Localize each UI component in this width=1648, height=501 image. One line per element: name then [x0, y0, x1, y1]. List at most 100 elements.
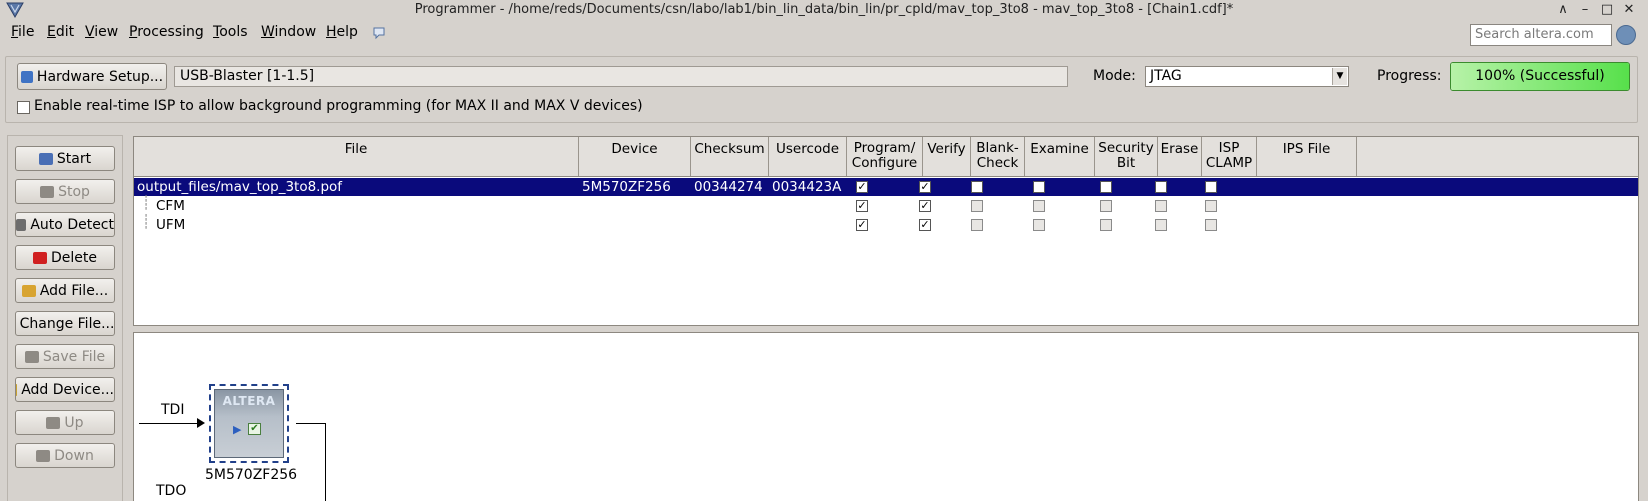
column-erase[interactable]: Erase	[1158, 137, 1202, 176]
cell-file: CFM	[156, 198, 185, 214]
row-checkbox[interactable]	[971, 219, 983, 231]
start-button[interactable]: Start	[15, 146, 115, 171]
auto-detect-button[interactable]: Auto Detect	[15, 212, 115, 237]
isp-checkbox[interactable]	[17, 101, 30, 114]
search-input[interactable]: Search altera.com	[1470, 24, 1612, 46]
up-button[interactable]: Up	[15, 410, 115, 435]
column-blank-check[interactable]: Blank- Check	[971, 137, 1025, 176]
side-button-label: Down	[54, 447, 94, 464]
column-security-label-2: Bit	[1116, 155, 1136, 171]
add-file-button[interactable]: Add File...	[15, 278, 115, 303]
tdi-arrow-icon	[197, 418, 205, 428]
progress-label: Progress:	[1377, 68, 1442, 84]
down-icon	[36, 449, 51, 462]
row-checkbox[interactable]: ✓	[919, 200, 931, 212]
column-security-label-1: Security	[1098, 140, 1154, 156]
menu-file[interactable]: File	[11, 24, 34, 40]
column-usercode[interactable]: Usercode	[769, 137, 847, 176]
column-isp-label-2: CLAMP	[1205, 155, 1253, 171]
row-checkbox[interactable]	[1100, 200, 1112, 212]
column-verify[interactable]: Verify	[923, 137, 971, 176]
row-checkbox[interactable]	[971, 200, 983, 212]
device-chip[interactable]: ALTERA ▶ ✔	[209, 384, 289, 463]
mode-value: JTAG	[1150, 68, 1182, 84]
row-checkbox[interactable]	[1100, 181, 1112, 193]
menu-processing[interactable]: Processing	[129, 24, 204, 40]
row-checkbox[interactable]	[1033, 219, 1045, 231]
menu-window-label: indow	[274, 24, 317, 40]
table-row[interactable]: UFM ┊ ✓ ✓	[134, 214, 1638, 234]
cell-file: UFM	[156, 217, 186, 233]
add-file-icon	[21, 284, 36, 297]
menu-window[interactable]: Window	[261, 24, 316, 40]
row-checkbox[interactable]: ✓	[919, 219, 931, 231]
row-checkbox[interactable]: ✓	[856, 219, 868, 231]
globe-search-icon[interactable]	[1616, 25, 1636, 45]
row-checkbox[interactable]: ✓	[919, 181, 931, 193]
column-device[interactable]: Device	[579, 137, 691, 176]
window-close-icon[interactable]: ✕	[1620, 1, 1638, 19]
window-shade-icon[interactable]: ∧	[1554, 1, 1572, 19]
row-checkbox[interactable]	[1205, 219, 1217, 231]
cell-usercode: 0034423A	[772, 179, 842, 195]
row-checkbox[interactable]: ✓	[856, 200, 868, 212]
cell-checksum: 00344274	[694, 179, 763, 195]
auto-detect-icon	[16, 218, 27, 231]
side-button-label: Stop	[58, 183, 90, 200]
side-button-label: Change File...	[19, 315, 115, 332]
start-icon	[38, 152, 53, 165]
row-checkbox[interactable]	[1155, 200, 1167, 212]
table-row[interactable]: CFM ┊ ✓ ✓	[134, 195, 1638, 215]
jtag-chain-panel	[133, 332, 1639, 501]
cell-device: 5M570ZF256	[582, 179, 671, 195]
add-device-button[interactable]: Add Device...	[15, 377, 115, 402]
save-file-button[interactable]: Save File	[15, 344, 115, 369]
row-checkbox[interactable]	[1155, 181, 1167, 193]
menu-edit[interactable]: Edit	[47, 24, 74, 40]
stop-button[interactable]: Stop	[15, 179, 115, 204]
menu-help[interactable]: Help	[326, 24, 358, 40]
menu-window-mnemonic: W	[261, 24, 275, 40]
column-usercode-label: Usercode	[775, 141, 840, 157]
row-checkbox[interactable]	[1205, 181, 1217, 193]
hardware-setup-icon	[20, 70, 33, 83]
side-button-label: Up	[64, 414, 84, 431]
file-table: File Device Checksum Usercode Program/Co…	[133, 136, 1639, 326]
window-maximize-icon[interactable]: □	[1598, 1, 1616, 19]
menu-view-label: iew	[94, 24, 119, 40]
column-ips-file[interactable]: IPS File	[1257, 137, 1357, 176]
row-checkbox[interactable]	[1033, 181, 1045, 193]
window-minimize-icon[interactable]: –	[1576, 1, 1594, 19]
column-security-bit[interactable]: Security Bit	[1095, 137, 1158, 176]
down-button[interactable]: Down	[15, 443, 115, 468]
row-checkbox[interactable]: ✓	[856, 181, 868, 193]
table-row[interactable]: output_files/mav_top_3to8.pof 5M570ZF256 0…	[134, 178, 1638, 196]
column-examine[interactable]: Examine	[1025, 137, 1095, 176]
column-program-label-1: Program/	[853, 140, 916, 156]
column-program-configure[interactable]: Program/Configure	[847, 137, 923, 176]
whats-this-help-icon[interactable]	[372, 26, 386, 40]
menu-tools[interactable]: Tools	[213, 24, 248, 40]
row-checkbox[interactable]	[1205, 200, 1217, 212]
hardware-setup-button[interactable]: Hardware Setup...	[17, 63, 167, 90]
isp-label: Enable real-time ISP to allow background…	[34, 98, 643, 114]
up-icon	[46, 416, 61, 429]
row-checkbox[interactable]	[1100, 219, 1112, 231]
row-checkbox[interactable]	[1033, 200, 1045, 212]
column-file[interactable]: File	[134, 137, 579, 176]
column-isp-clamp[interactable]: ISP CLAMP	[1202, 137, 1257, 176]
menu-view[interactable]: View	[85, 24, 118, 40]
side-button-label: Add Device...	[21, 381, 114, 398]
column-device-label: Device	[611, 141, 658, 157]
column-erase-label: Erase	[1160, 141, 1199, 157]
menu-processing-label: rocessing	[137, 24, 204, 40]
chevron-down-icon[interactable]: ▼	[1332, 68, 1347, 85]
device-label: 5M570ZF256	[205, 467, 298, 483]
row-checkbox[interactable]	[971, 181, 983, 193]
delete-button[interactable]: Delete	[15, 245, 115, 270]
change-file-button[interactable]: Change File...	[15, 311, 115, 336]
mode-select[interactable]: JTAG ▼	[1145, 66, 1349, 87]
column-program-label-2: Configure	[851, 155, 918, 171]
row-checkbox[interactable]	[1155, 219, 1167, 231]
column-checksum[interactable]: Checksum	[691, 137, 769, 176]
